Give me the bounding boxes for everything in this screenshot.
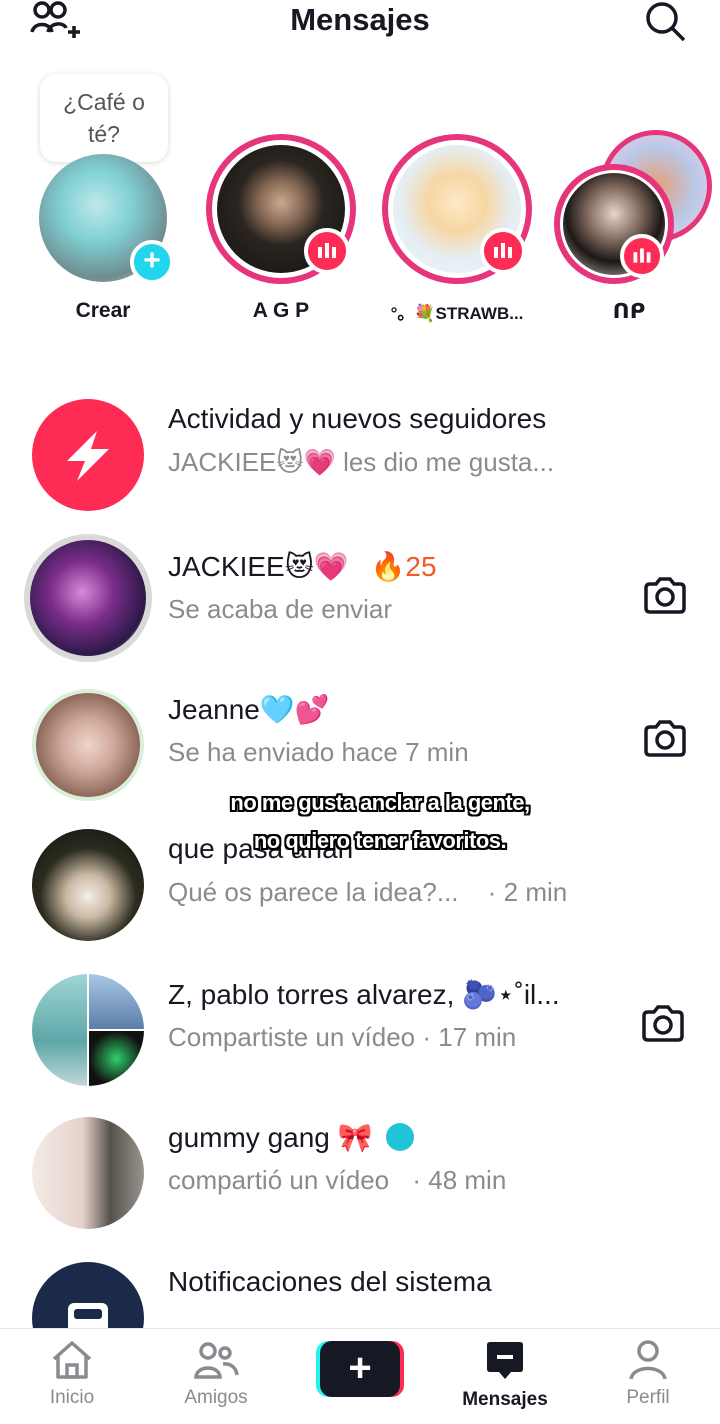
plus-icon: + <box>320 1341 400 1397</box>
story-label: Crear <box>75 299 131 322</box>
live-audio-icon <box>620 234 664 278</box>
conversation-name: Actividad y nuevos seguidores <box>168 403 547 434</box>
camera-icon[interactable] <box>642 576 688 616</box>
bottom-nav: Inicio Amigos + Mensajes Perfil <box>0 1328 720 1424</box>
create-button[interactable]: + <box>316 1341 404 1397</box>
avatar <box>32 689 144 801</box>
conversation-name: gummy gang 🎀 <box>168 1121 415 1154</box>
conversation-name: Z, pablo torres alvarez, 🫐⋆˚il... <box>168 979 560 1010</box>
stories-row: ¿Café o té? + Crear A G P °。💐STRAWB... ᑎ… <box>0 70 720 340</box>
conversation-preview: Se ha enviado hace 7 min <box>168 737 469 767</box>
conversation-preview: JACKIEE😻💗 les dio me gusta... <box>168 447 555 477</box>
activity-icon <box>32 399 144 511</box>
home-icon <box>52 1341 92 1379</box>
conversation-preview: Se acaba de enviar <box>168 594 393 624</box>
profile-icon <box>629 1340 667 1380</box>
conversation-preview: Compartiste un vídeo · 17 min <box>168 1022 517 1052</box>
nav-friends[interactable]: Amigos <box>161 1339 271 1419</box>
live-audio-icon <box>304 228 350 274</box>
video-caption: no me gusta anclar a la gente, no quiero… <box>230 790 530 853</box>
list-item[interactable]: JACKIEE😻💗 🔥25 Se acaba de enviar <box>0 532 720 662</box>
story-create[interactable]: + Crear <box>28 134 178 334</box>
plus-icon[interactable]: + <box>130 240 174 284</box>
list-item[interactable]: Z, pablo torres alvarez, 🫐⋆˚il... Compar… <box>0 960 720 1090</box>
list-item[interactable]: gummy gang 🎀 compartió un vídeo · 48 min <box>0 1103 720 1233</box>
nav-home[interactable]: Inicio <box>17 1339 127 1419</box>
conversation-name: Jeanne🩵💕 <box>168 694 330 725</box>
conversation-time: · 2 min <box>487 877 568 907</box>
avatar <box>24 534 152 662</box>
conversation-time: · 48 min <box>412 1165 507 1195</box>
group-chat-icon <box>386 1123 415 1151</box>
conversation-preview: compartió un vídeo · 48 min <box>168 1165 507 1195</box>
conversation-name: JACKIEE😻💗 🔥25 <box>168 551 437 582</box>
nav-messages[interactable]: Mensajes <box>450 1339 560 1419</box>
story-strawb[interactable]: °。💐STRAWB... <box>382 134 532 334</box>
conversation-preview: Qué os parece la idea?... · 2 min <box>168 877 568 907</box>
friends-icon <box>194 1342 239 1379</box>
list-item[interactable]: Actividad y nuevos seguidores JACKIEE😻💗 … <box>0 385 720 515</box>
camera-icon[interactable] <box>640 1004 686 1044</box>
group-avatar <box>32 974 144 1086</box>
story-label: °。💐STRAWB... <box>390 304 524 323</box>
live-audio-icon <box>480 228 526 274</box>
avatar <box>32 829 144 941</box>
messages-icon <box>487 1342 523 1379</box>
story-label: A G P <box>252 299 310 322</box>
story-label: ᑎᑭ <box>612 300 646 323</box>
story-group[interactable]: ᑎᑭ <box>554 130 712 334</box>
nav-profile[interactable]: Perfil <box>593 1339 703 1419</box>
page-title: Mensajes <box>290 2 430 37</box>
story-agp[interactable]: A G P <box>206 134 356 334</box>
avatar <box>32 1117 144 1229</box>
camera-icon[interactable] <box>642 719 688 759</box>
conversation-name: Notificaciones del sistema <box>168 1266 492 1297</box>
search-icon[interactable] <box>642 0 692 44</box>
top-bar: Mensajes <box>0 0 720 60</box>
streak-count: 🔥25 <box>370 551 437 582</box>
